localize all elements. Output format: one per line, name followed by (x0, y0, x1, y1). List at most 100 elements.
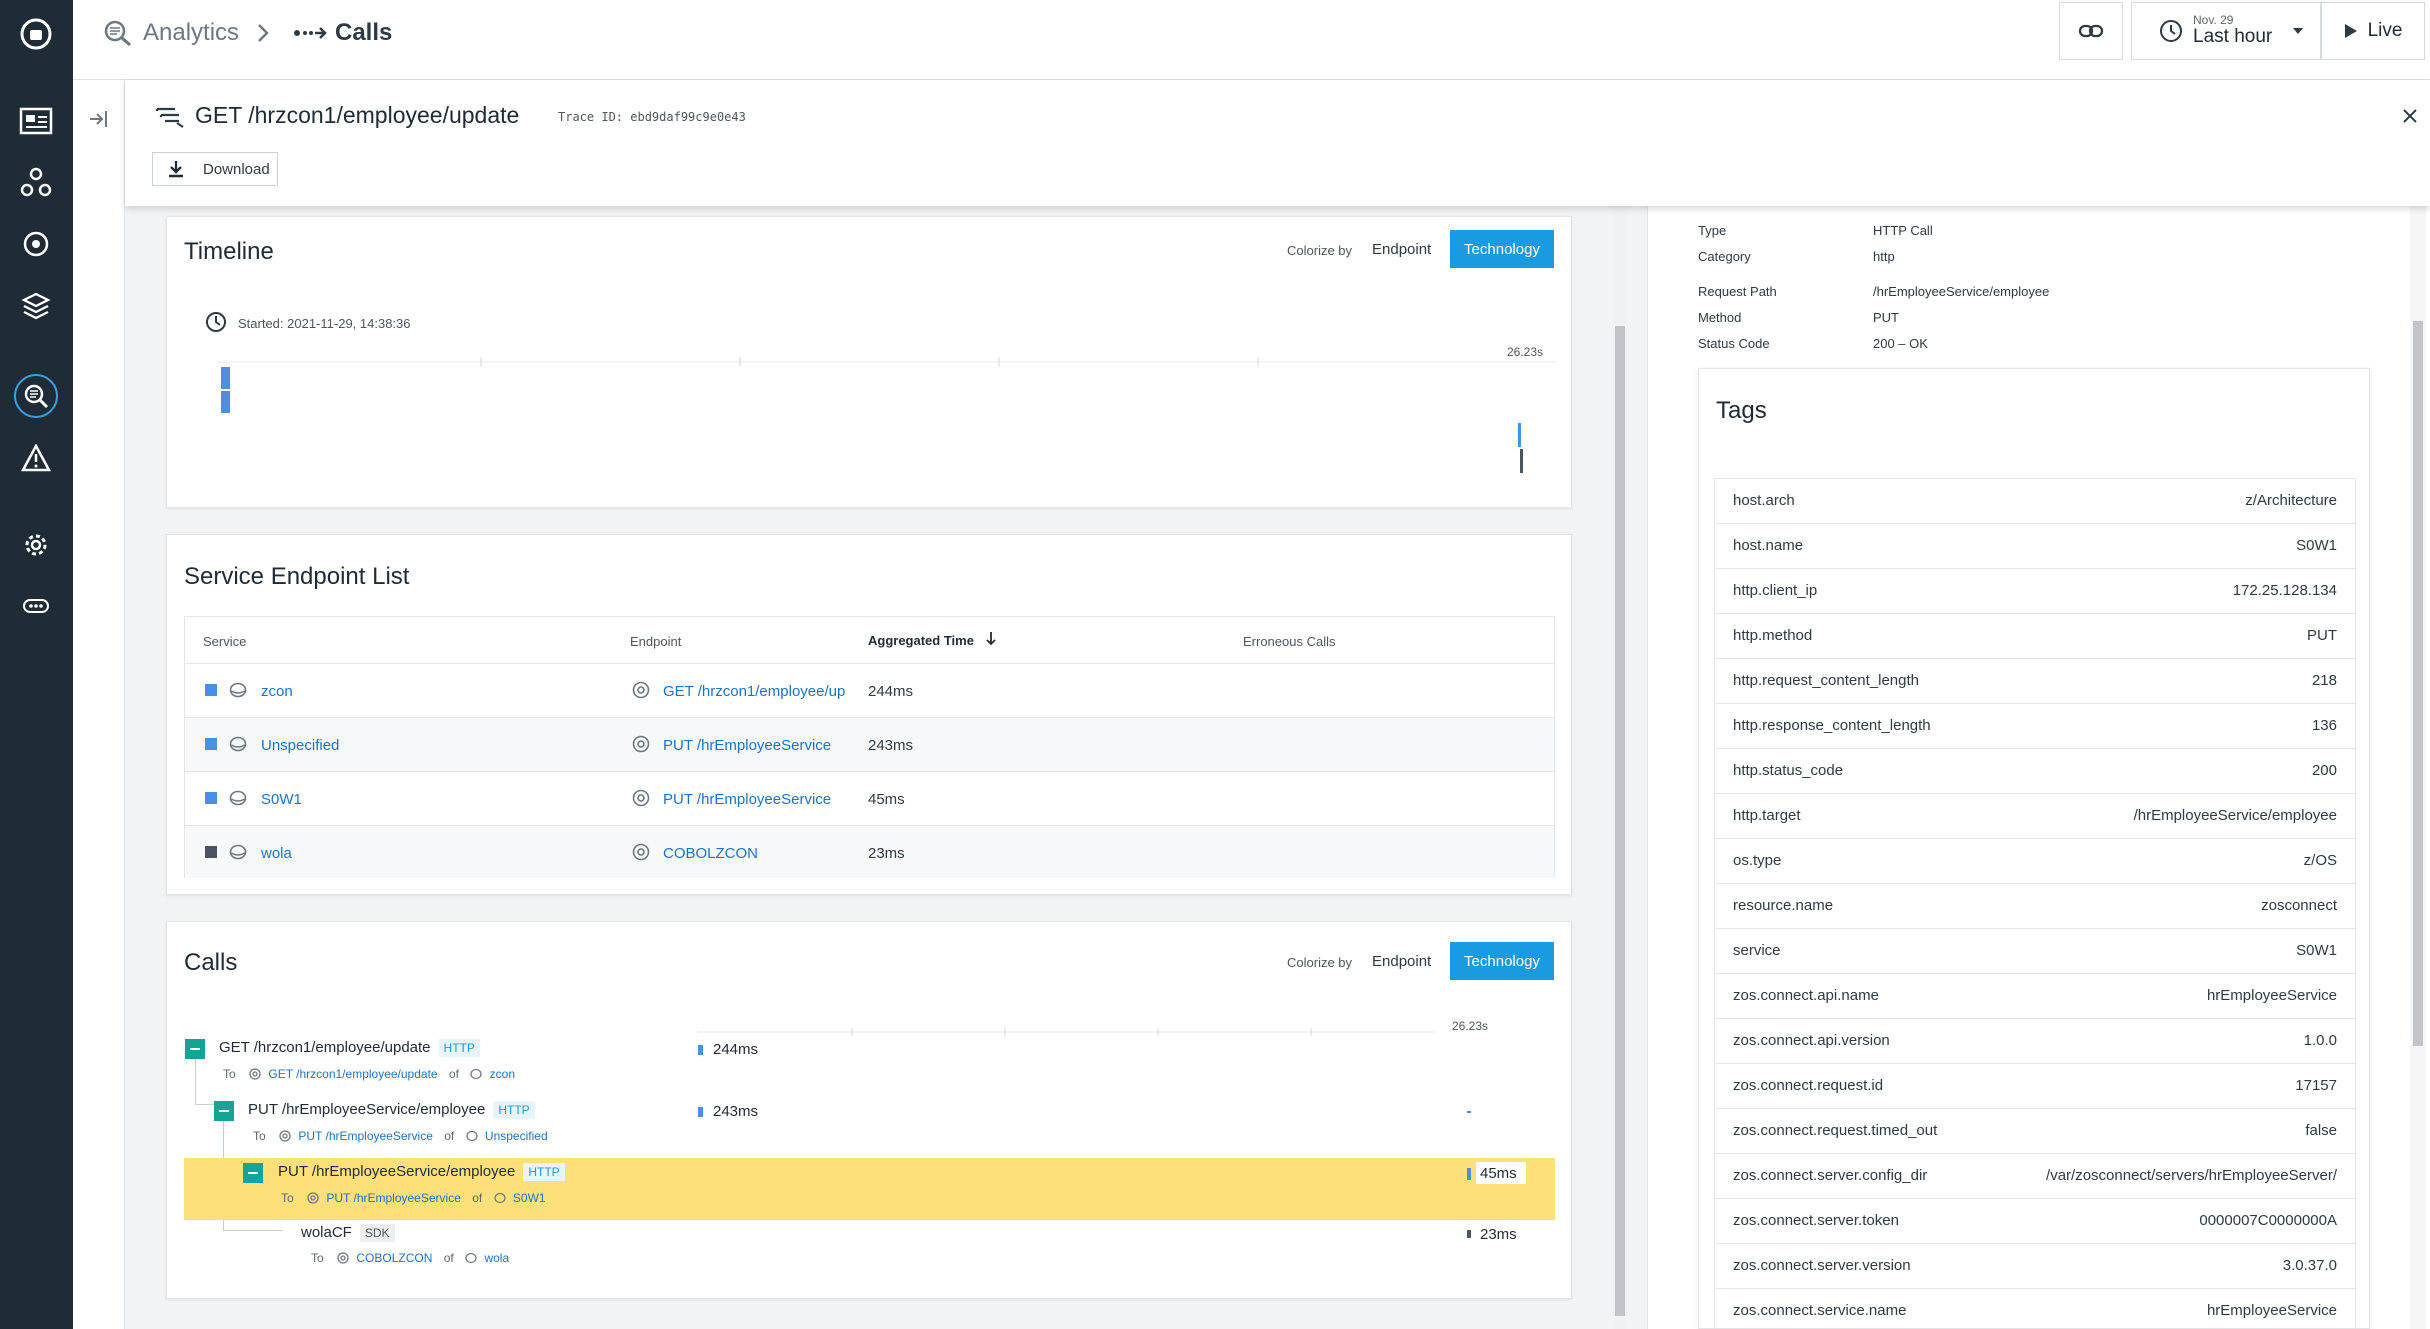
calls-endpoint-toggle[interactable]: Endpoint (1372, 953, 1431, 970)
tag-value: S0W1 (2296, 942, 2337, 959)
tags-table: host.arch z/Architecture host.name S0W1 ht… (1714, 478, 2356, 1329)
live-button[interactable]: Live (2321, 2, 2425, 60)
call-to-link[interactable]: GET /hrzcon1/employee/update (268, 1067, 437, 1081)
call-row-selected[interactable]: PUT /hrEmployeeService/employee HTTP To P… (184, 1158, 1555, 1220)
call-of-link[interactable]: Unspecified (485, 1129, 548, 1143)
call-of-link[interactable]: S0W1 (513, 1191, 546, 1205)
service-icon (465, 1130, 478, 1142)
endpoint-list-title: Service Endpoint List (184, 563, 410, 590)
timeline-span-wola (1520, 449, 1523, 473)
tag-value: 172.25.128.134 (2232, 582, 2337, 599)
tag-row: host.name S0W1 (1715, 523, 2355, 568)
tag-row: http.response_content_length 136 (1715, 703, 2355, 748)
call-duration: 23ms (1480, 1226, 1517, 1243)
tag-row: http.request_content_length 218 (1715, 658, 2355, 703)
tag-key: service (1733, 942, 1781, 959)
details-scrollbar-thumb[interactable] (2413, 321, 2423, 1046)
service-icon (465, 1252, 477, 1264)
tag-value: 1.0.0 (2303, 1032, 2337, 1049)
service-icon (229, 735, 247, 753)
download-button[interactable]: Download (152, 152, 278, 186)
top-header: Analytics Calls Nov. 29 Last hour Live (73, 0, 2430, 80)
col-erroneous-calls[interactable]: Erroneous Calls (1243, 634, 1336, 649)
service-icon (229, 843, 247, 861)
tag-key: host.arch (1733, 492, 1795, 509)
tag-value: 17157 (2295, 1077, 2337, 1094)
table-row[interactable]: Unspecified PUT /hrEmployeeService 243ms (185, 717, 1554, 771)
col-aggregated-time[interactable]: Aggregated Time (868, 633, 974, 648)
call-row[interactable]: wolaCF SDK To COBOLZCON of wola 23ms (167, 1220, 1573, 1282)
table-row[interactable]: wola COBOLZCON 23ms (185, 825, 1554, 878)
call-row[interactable]: PUT /hrEmployeeService/employee HTTP To P… (167, 1094, 1573, 1156)
timeline-endpoint-toggle[interactable]: Endpoint (1372, 241, 1431, 258)
tag-row: zos.connect.api.name hrEmployeeService (1715, 973, 2355, 1018)
calls-colorize-label: Colorize by (1287, 955, 1353, 970)
topology-icon[interactable] (14, 160, 58, 204)
endpoint-icon (307, 1192, 319, 1204)
call-name-wrap: wolaCF SDK (301, 1224, 395, 1243)
call-of-link[interactable]: zcon (490, 1067, 515, 1081)
link-icon (2078, 24, 2104, 38)
endpoint-icon (632, 735, 650, 753)
expand-panel-icon[interactable] (87, 108, 109, 130)
layers-icon[interactable] (14, 284, 58, 328)
analytics-icon[interactable] (14, 374, 58, 418)
collapse-toggle[interactable] (214, 1101, 234, 1121)
endpoint-link[interactable]: PUT /hrEmployeeService (663, 791, 831, 808)
call-row[interactable]: GET /hrzcon1/employee/updateHTTP GET /hr… (167, 1032, 1573, 1094)
service-icon (229, 681, 247, 699)
call-name: PUT /hrEmployeeService/employee (248, 1101, 486, 1118)
timeframe-selector[interactable]: Nov. 29 Last hour (2131, 2, 2321, 60)
detail-value: 200 – OK (1873, 336, 1928, 351)
tag-value: z/Architecture (2245, 492, 2337, 509)
play-icon (2344, 24, 2357, 38)
call-name-wrap: PUT /hrEmployeeService/employee HTTP (278, 1163, 565, 1182)
detail-value: PUT (1873, 310, 1899, 325)
call-to-link[interactable]: PUT /hrEmployeeService (326, 1191, 461, 1205)
more-icon[interactable] (14, 584, 58, 628)
details-scrollbar[interactable] (2410, 206, 2426, 1329)
main-scrollbar-thumb[interactable] (1615, 326, 1625, 1316)
call-to-link[interactable]: COBOLZCON (356, 1251, 432, 1265)
timeline-technology-toggle[interactable]: Technology (1450, 230, 1554, 268)
table-row[interactable]: S0W1 PUT /hrEmployeeService 45ms (185, 771, 1554, 825)
tag-key: host.name (1733, 537, 1804, 554)
tag-key: zos.connect.server.config_dir (1733, 1167, 1928, 1184)
timeline-title: Timeline (184, 238, 274, 265)
collapse-toggle[interactable] (185, 1039, 205, 1059)
dashboards-icon[interactable] (14, 100, 58, 144)
share-link-button[interactable] (2059, 2, 2123, 60)
breadcrumb-analytics[interactable]: Analytics (143, 19, 239, 47)
call-of-link[interactable]: wola (484, 1251, 509, 1265)
tag-key: http.request_content_length (1733, 672, 1919, 689)
endpoint-link[interactable]: COBOLZCON (663, 845, 758, 862)
detail-key: Category (1698, 249, 1751, 264)
sort-desc-icon[interactable] (985, 631, 997, 647)
col-endpoint[interactable]: Endpoint (630, 634, 681, 649)
tag-key: http.client_ip (1733, 582, 1818, 599)
settings-gear-icon[interactable] (14, 523, 58, 567)
collapse-toggle[interactable] (243, 1163, 263, 1183)
service-link[interactable]: S0W1 (261, 791, 302, 808)
call-to-link[interactable]: PUT /hrEmployeeService (298, 1129, 433, 1143)
service-link[interactable]: zcon (261, 683, 293, 700)
aggregated-time: 244ms (868, 683, 914, 700)
call-duration-bar (1467, 1230, 1471, 1238)
details-panel: Type HTTP Call Category http Request Pat… (1647, 206, 2430, 1329)
tag-key: http.response_content_length (1733, 717, 1931, 734)
col-service[interactable]: Service (203, 634, 246, 649)
endpoint-link[interactable]: PUT /hrEmployeeService (663, 737, 831, 754)
alerts-icon[interactable] (14, 436, 58, 480)
call-name-wrap: GET /hrzcon1/employee/update HTTP (219, 1039, 480, 1058)
service-link[interactable]: Unspecified (261, 737, 339, 754)
close-icon[interactable] (2402, 108, 2418, 124)
explore-icon[interactable] (14, 222, 58, 266)
dynatrace-logo-icon[interactable] (14, 12, 58, 56)
tag-value: /var/zosconnect/servers/hrEmployeeServer… (2046, 1167, 2337, 1184)
service-link[interactable]: wola (261, 845, 292, 862)
calls-technology-toggle[interactable]: Technology (1450, 942, 1554, 980)
main-scrollbar[interactable] (1613, 206, 1627, 1329)
breadcrumb-calls: Calls (335, 19, 393, 46)
table-row[interactable]: zcon GET /hrzcon1/employee/up 244ms (185, 663, 1554, 717)
endpoint-link[interactable]: GET /hrzcon1/employee/up (663, 683, 855, 700)
